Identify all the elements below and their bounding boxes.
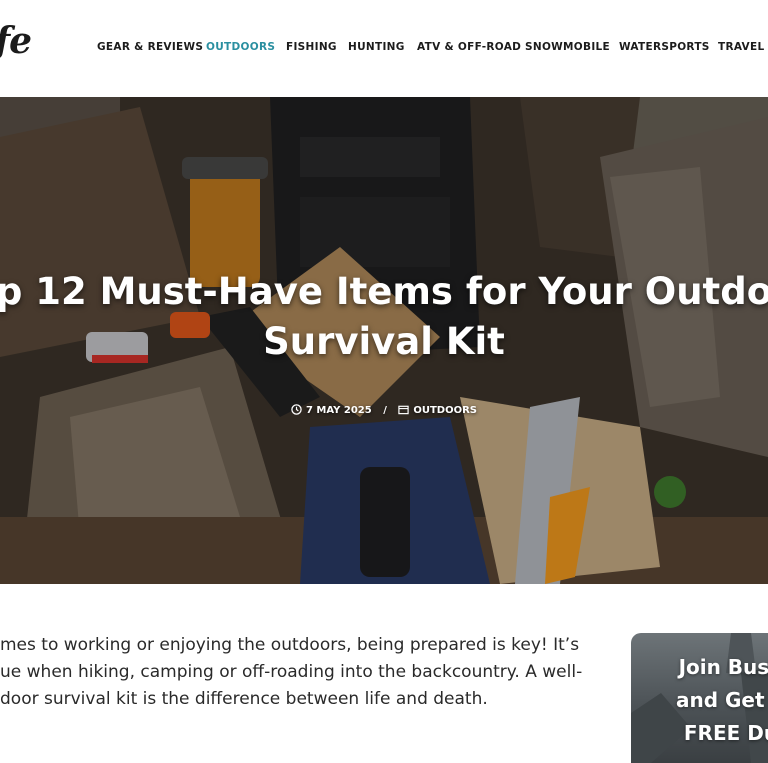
newsletter-promo[interactable]: Join Bush and Get Y FREE Du <box>631 633 768 763</box>
clock-icon <box>291 404 302 418</box>
article-intro: mes to working or enjoying the outdoors,… <box>0 632 600 713</box>
nav-item-gear-reviews[interactable]: GEAR & REVIEWS <box>97 41 203 53</box>
nav-item-outdoors[interactable]: OUTDOORS <box>206 41 275 53</box>
nav-item-fishing[interactable]: FISHING <box>286 41 337 53</box>
site-header: ife GEAR & REVIEWS OUTDOORS FISHING HUNT… <box>0 0 768 97</box>
nav-item-travel[interactable]: TRAVEL <box>718 41 764 53</box>
meta-separator: / <box>383 405 387 416</box>
post-date[interactable]: 7 MAY 2025 <box>306 405 372 416</box>
nav-item-snowmobile[interactable]: SNOWMOBILE <box>525 41 610 53</box>
article-title-line2: Survival Kit <box>263 320 505 363</box>
intro-line-2: ue when hiking, camping or off-roading i… <box>0 662 583 682</box>
intro-line-1: mes to working or enjoying the outdoors,… <box>0 635 580 655</box>
nav-item-hunting[interactable]: HUNTING <box>348 41 405 53</box>
article-title-line1: p 12 Must-Have Items for Your Outdo <box>0 270 768 313</box>
hero-banner: p 12 Must-Have Items for Your Outdo Surv… <box>0 97 768 584</box>
promo-line-1: Join Bush <box>678 655 768 679</box>
promo-line-2: and Get Y <box>676 688 768 712</box>
folder-icon <box>398 404 410 418</box>
article-title: p 12 Must-Have Items for Your Outdo Surv… <box>0 267 768 367</box>
nav-item-watersports[interactable]: WATERSPORTS <box>619 41 710 53</box>
nav-item-atv-off-road[interactable]: ATV & OFF-ROAD <box>417 41 521 53</box>
promo-line-3: FREE Du <box>683 721 768 745</box>
post-meta: 7 MAY 2025 / OUTDOORS <box>0 404 768 418</box>
main-nav: GEAR & REVIEWS OUTDOORS FISHING HUNTING … <box>0 0 768 97</box>
post-category[interactable]: OUTDOORS <box>413 405 477 416</box>
intro-line-3: door survival kit is the difference betw… <box>0 689 488 709</box>
